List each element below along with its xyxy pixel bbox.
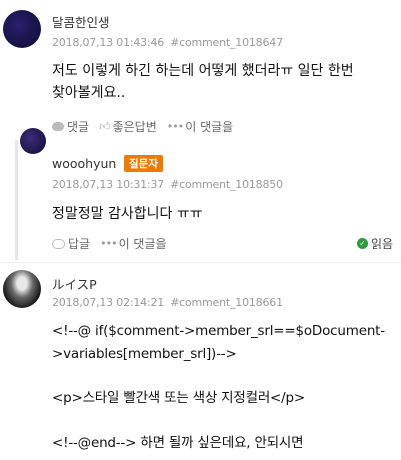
comment-actions: 답글 ••• 이 댓글을: [52, 235, 177, 252]
more-label: 이 댓글을: [118, 237, 167, 251]
comment-permalink[interactable]: #comment_1018850: [170, 178, 283, 191]
questioner-badge: 질문자: [124, 155, 163, 172]
reply-button[interactable]: 답글: [52, 235, 90, 252]
read-status: ✓ 읽음: [357, 235, 393, 252]
comment-body-line: 찾아볼게요..: [52, 85, 126, 101]
comment-date: 2018,07,13 02:14:21: [52, 296, 165, 309]
comment-body-line: 저도 이렇게 하긴 하는데 어떻게 했더라ㅠ 일단 한번: [52, 63, 354, 79]
comment-permalink[interactable]: #comment_1018647: [170, 36, 283, 49]
comment-body-line: <!--@ if($comment->member_srl==$oDocumen…: [52, 323, 385, 339]
avatar[interactable]: [3, 10, 41, 48]
reply-label: 댓글: [67, 120, 90, 134]
helpful-answer-button[interactable]: 👍︎ 좋은답변: [99, 118, 157, 135]
avatar[interactable]: [20, 128, 46, 154]
comment-body-line: 정말정말 감사합니다 ㅠㅠ: [52, 206, 203, 222]
comment-permalink[interactable]: #comment_1018661: [170, 296, 283, 309]
comment-meta: 2018,07,13 02:14:21 #comment_1018661: [52, 296, 283, 309]
more-label: 이 댓글을: [185, 120, 234, 134]
comment-body-line: >variables[member_srl])-->: [52, 345, 237, 362]
thumbs-up-icon: 👍︎: [99, 120, 111, 133]
reply-button[interactable]: 댓글: [52, 118, 89, 135]
comment-body-line: <!--@end--> 하면 될까 싶은데요, 안되시면: [52, 434, 304, 451]
comment-date: 2018,07,13 01:43:46: [52, 36, 165, 49]
more-options-button[interactable]: ••• 이 댓글을: [100, 235, 166, 252]
more-dots-icon: •••: [100, 237, 117, 250]
comment-body-line: [52, 365, 385, 387]
speech-bubble-icon: [52, 122, 64, 131]
author-name[interactable]: 달콤한인생: [52, 12, 110, 31]
helpful-label: 좋은답변: [112, 120, 157, 134]
more-options-button[interactable]: ••• 이 댓글을: [167, 118, 233, 135]
more-dots-icon: •••: [166, 120, 184, 133]
comment-actions: 댓글 👍︎ 좋은답변 ••• 이 댓글을: [52, 118, 243, 135]
comment-body: <!--@ if($comment->member_srl==$oDocumen…: [52, 320, 385, 454]
check-circle-icon: ✓: [357, 238, 368, 249]
author-name[interactable]: ルイスP: [52, 274, 97, 293]
comment-body-line: [52, 410, 385, 432]
speech-bubble-icon: [52, 238, 65, 249]
read-label: 읽음: [371, 237, 394, 251]
avatar[interactable]: [3, 270, 41, 308]
reply-label: 답글: [68, 237, 91, 251]
comment-meta: 2018,07,13 01:43:46 #comment_1018647: [52, 36, 283, 49]
comment-body: 저도 이렇게 하긴 하는데 어떻게 했더라ㅠ 일단 한번 찾아볼게요..: [52, 60, 354, 104]
comment-body: 정말정말 감사합니다 ㅠㅠ: [52, 203, 203, 225]
comment-item: ルイスP 2018,07,13 02:14:21 #comment_1018661…: [0, 262, 401, 460]
author-name[interactable]: wooohyun: [52, 156, 116, 171]
comment-body-line: <p>스타일 빨간색 또는 색상 지정컬러</p>: [52, 390, 305, 406]
comment-item-reply: wooohyun 질문자 2018,07,13 10:31:37 #comment…: [0, 128, 401, 262]
comment-meta: 2018,07,13 10:31:37 #comment_1018850: [52, 178, 283, 191]
comment-date: 2018,07,13 10:31:37: [52, 178, 165, 191]
comment-item: 달콤한인생 2018,07,13 01:43:46 #comment_101864…: [0, 0, 401, 140]
